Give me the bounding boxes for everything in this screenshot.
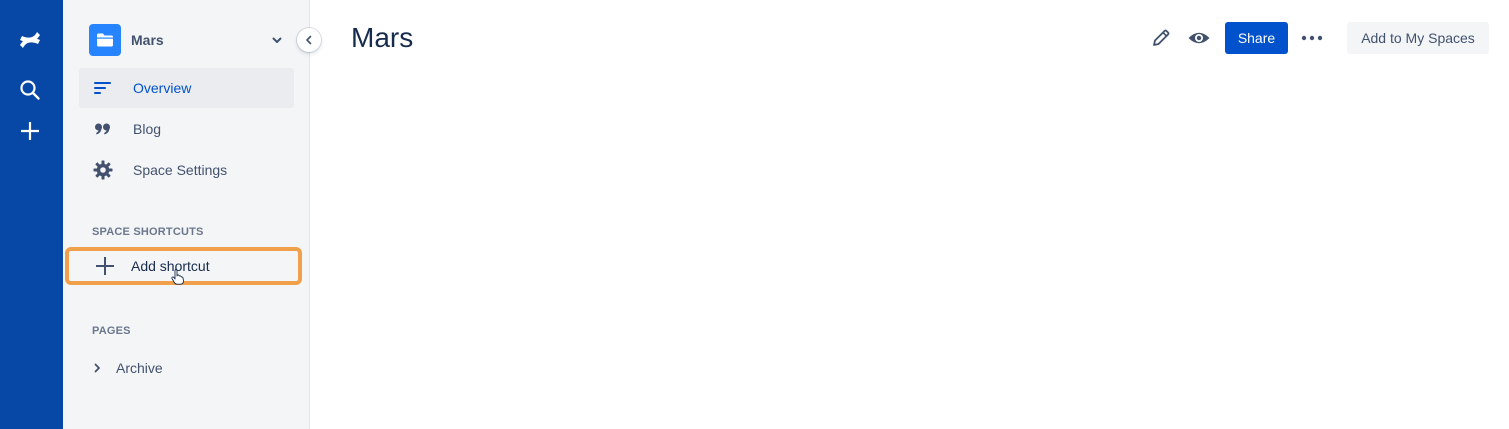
search-icon[interactable] <box>10 74 50 106</box>
overview-lines-icon <box>91 76 115 100</box>
add-to-my-spaces-button[interactable]: Add to My Spaces <box>1347 22 1489 54</box>
folder-icon <box>89 24 121 56</box>
chevron-left-icon <box>304 35 314 45</box>
chevron-right-icon[interactable] <box>89 363 105 373</box>
chevron-down-icon <box>271 34 283 46</box>
share-button[interactable]: Share <box>1225 22 1288 54</box>
page-tree-item-archive[interactable]: Archive <box>89 354 289 382</box>
sidebar-item-overview[interactable]: Overview <box>79 68 294 108</box>
sidebar-item-blog[interactable]: Blog <box>79 109 294 149</box>
plus-icon <box>93 254 117 278</box>
page-title: Mars <box>351 22 414 53</box>
space-shortcuts-heading: SPACE SHORTCUTS <box>92 226 204 238</box>
gear-icon <box>91 158 115 182</box>
page-tree-item-label: Archive <box>116 360 163 376</box>
space-sidebar: Mars Overview Blog Space Settings SPACE … <box>63 0 321 429</box>
collapse-sidebar-button[interactable] <box>297 28 321 52</box>
sidebar-item-label: Space Settings <box>133 162 228 178</box>
space-name: Mars <box>131 32 164 48</box>
quote-icon <box>91 117 115 141</box>
edit-pencil-icon[interactable] <box>1146 22 1176 54</box>
create-plus-icon[interactable] <box>10 115 50 147</box>
more-dots-icon[interactable] <box>1296 22 1328 54</box>
app-root: Mars Overview Blog Space Settings SPACE … <box>0 0 1509 429</box>
sidebar-item-label: Blog <box>133 121 162 137</box>
global-nav <box>0 0 63 429</box>
hand-cursor-icon <box>171 269 185 290</box>
sidebar-item-space-settings[interactable]: Space Settings <box>79 150 294 190</box>
confluence-logo-icon[interactable] <box>10 24 50 56</box>
pages-heading: PAGES <box>92 325 131 337</box>
sidebar-item-label: Overview <box>133 80 192 96</box>
watch-eye-icon[interactable] <box>1183 22 1215 54</box>
space-switcher[interactable]: Mars <box>89 24 289 56</box>
